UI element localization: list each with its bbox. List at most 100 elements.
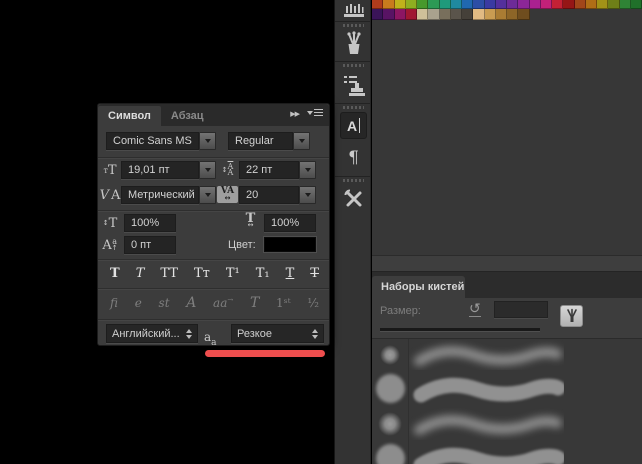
color-swatch[interactable] bbox=[440, 9, 451, 20]
color-swatch[interactable] bbox=[451, 9, 462, 20]
color-swatch[interactable] bbox=[428, 9, 439, 20]
dock-grip[interactable] bbox=[343, 106, 364, 109]
color-swatch[interactable] bbox=[518, 0, 529, 9]
font-size-dropdown-button[interactable] bbox=[199, 161, 216, 179]
anti-alias-dropdown[interactable]: Резкое bbox=[231, 324, 324, 343]
color-swatch[interactable] bbox=[406, 9, 417, 20]
color-swatch[interactable] bbox=[608, 0, 619, 9]
color-swatch[interactable] bbox=[563, 0, 574, 9]
text-color-swatch[interactable] bbox=[264, 237, 316, 252]
font-family-dropdown-button[interactable] bbox=[199, 132, 216, 150]
fractions-button[interactable]: ½ bbox=[307, 296, 319, 310]
baseline-shift-icon[interactable]: Aa↑ bbox=[100, 236, 120, 254]
ligatures-button[interactable]: fi bbox=[110, 296, 118, 310]
color-swatch[interactable] bbox=[372, 0, 383, 9]
color-swatch[interactable] bbox=[372, 9, 383, 20]
font-family-field[interactable]: Comic Sans MS bbox=[106, 132, 199, 150]
color-swatch[interactable] bbox=[383, 0, 394, 9]
collapse-to-icons-icon[interactable]: ▶▶ bbox=[290, 110, 299, 118]
color-swatch[interactable] bbox=[485, 9, 496, 20]
vertical-scale-icon[interactable]: ↕T bbox=[100, 214, 120, 232]
faux-bold-button[interactable]: T bbox=[110, 264, 120, 284]
color-swatch[interactable] bbox=[462, 0, 473, 9]
brush-size-input[interactable] bbox=[494, 301, 548, 318]
color-swatch[interactable] bbox=[507, 0, 518, 9]
color-swatch[interactable] bbox=[507, 9, 518, 20]
color-swatch[interactable] bbox=[631, 0, 642, 9]
font-style-dropdown-button[interactable] bbox=[293, 132, 310, 150]
color-swatch[interactable] bbox=[417, 9, 428, 20]
color-swatch[interactable] bbox=[383, 9, 394, 20]
font-size-icon[interactable]: тT bbox=[100, 161, 120, 179]
brush-panel-dock-icon[interactable] bbox=[335, 30, 372, 58]
color-swatch[interactable] bbox=[395, 0, 406, 9]
dock-grip[interactable] bbox=[343, 24, 364, 27]
font-style-field[interactable]: Regular bbox=[228, 132, 293, 150]
color-swatch[interactable] bbox=[541, 0, 552, 9]
tab-paragraph[interactable]: Абзац bbox=[161, 106, 214, 126]
color-swatch[interactable] bbox=[473, 9, 484, 20]
titling-alternates-button[interactable]: T bbox=[250, 295, 259, 311]
language-dropdown[interactable]: Английский... bbox=[106, 324, 198, 343]
contextual-alternates-button[interactable]: e bbox=[135, 296, 142, 310]
reset-size-icon[interactable]: ↺ bbox=[469, 301, 481, 317]
panel-menu-icon[interactable] bbox=[307, 109, 323, 116]
brush-presets-dock-icon[interactable] bbox=[335, 1, 372, 20]
subscript-button[interactable]: T₁ bbox=[256, 264, 270, 284]
brush-preset-row[interactable] bbox=[372, 370, 642, 407]
all-caps-button[interactable]: TT bbox=[160, 264, 178, 284]
brush-preset-row[interactable] bbox=[372, 440, 642, 464]
kerning-dropdown-button[interactable] bbox=[199, 186, 216, 204]
discretionary-ligatures-button[interactable]: st bbox=[159, 296, 170, 310]
faux-italic-button[interactable]: T bbox=[136, 264, 145, 284]
tab-character[interactable]: Символ bbox=[98, 106, 161, 126]
color-swatch[interactable] bbox=[496, 0, 507, 9]
ordinals-button[interactable]: 1ˢᵗ bbox=[276, 296, 291, 310]
character-panel-dock-icon[interactable]: A bbox=[340, 112, 367, 139]
kerning-icon[interactable]: VA bbox=[100, 186, 120, 204]
brush-stroke-preview-toggle[interactable] bbox=[560, 305, 583, 327]
color-swatch[interactable] bbox=[485, 0, 496, 9]
brush-size-slider[interactable] bbox=[380, 328, 540, 331]
swash-button[interactable]: A bbox=[186, 295, 196, 311]
brush-preset-row[interactable] bbox=[372, 339, 642, 370]
tracking-dropdown-button[interactable] bbox=[299, 186, 316, 204]
color-swatch[interactable] bbox=[575, 0, 586, 9]
strikethrough-button[interactable]: T bbox=[310, 264, 319, 284]
leading-dropdown-button[interactable] bbox=[299, 161, 316, 179]
color-swatch[interactable] bbox=[597, 0, 608, 9]
dock-grip[interactable] bbox=[343, 179, 364, 182]
color-swatch[interactable] bbox=[395, 9, 406, 20]
color-swatch[interactable] bbox=[440, 0, 451, 9]
leading-icon[interactable]: ↕AA bbox=[217, 160, 238, 179]
color-swatch[interactable] bbox=[406, 0, 417, 9]
color-swatch[interactable] bbox=[586, 0, 597, 9]
tab-brush-presets[interactable]: Наборы кистей bbox=[372, 276, 465, 298]
brush-preset-row[interactable] bbox=[372, 407, 642, 440]
clone-source-dock-icon[interactable] bbox=[335, 71, 372, 100]
color-swatch[interactable] bbox=[496, 9, 507, 20]
font-size-field[interactable]: 19,01 пт bbox=[121, 161, 199, 179]
color-swatch[interactable] bbox=[620, 0, 631, 9]
color-swatch[interactable] bbox=[518, 9, 529, 20]
superscript-button[interactable]: T¹ bbox=[226, 264, 240, 284]
color-swatch[interactable] bbox=[462, 9, 473, 20]
tracking-field[interactable]: 20 bbox=[239, 186, 299, 204]
horizontal-scale-icon[interactable]: T↔ bbox=[240, 212, 261, 232]
leading-field[interactable]: 22 пт bbox=[239, 161, 299, 179]
kerning-field[interactable]: Метрический bbox=[121, 186, 199, 204]
stylistic-alternates-button[interactable]: aa bbox=[213, 296, 233, 310]
color-swatch[interactable] bbox=[552, 0, 563, 9]
paragraph-panel-dock-icon[interactable]: ¶ bbox=[335, 145, 372, 171]
color-swatch[interactable] bbox=[473, 0, 484, 9]
color-swatch[interactable] bbox=[417, 0, 428, 9]
underline-button[interactable]: T bbox=[286, 264, 295, 284]
panel-resize-gutter[interactable] bbox=[372, 255, 642, 272]
color-swatch[interactable] bbox=[451, 0, 462, 9]
color-swatch[interactable] bbox=[530, 0, 541, 9]
small-caps-button[interactable]: Tт bbox=[194, 264, 210, 284]
dock-grip[interactable] bbox=[343, 64, 364, 67]
horizontal-scale-field[interactable]: 100% bbox=[264, 214, 316, 232]
tracking-icon[interactable]: VA↔ bbox=[217, 186, 238, 203]
baseline-shift-field[interactable]: 0 пт bbox=[124, 236, 176, 254]
